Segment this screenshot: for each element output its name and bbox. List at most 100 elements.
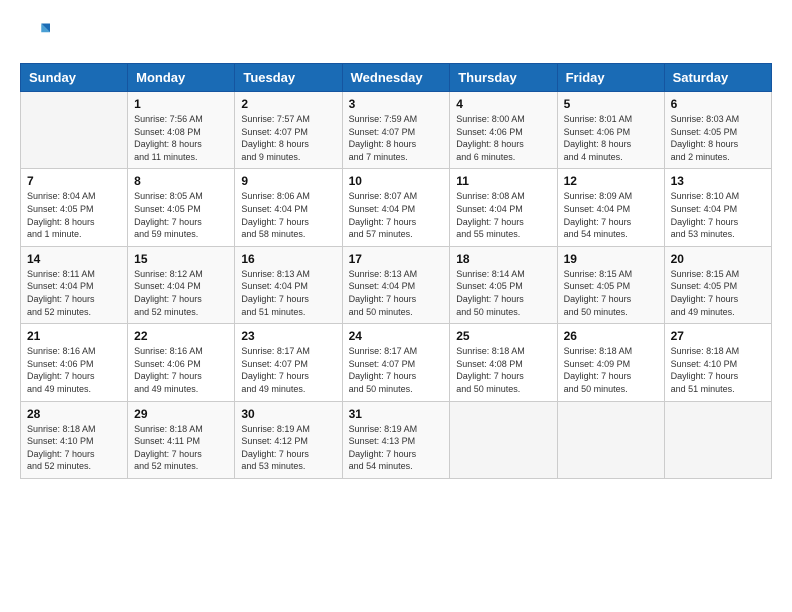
calendar-cell: 7 Sunrise: 8:04 AM Sunset: 4:05 PM Daylig…	[21, 169, 128, 246]
day-number: 26	[564, 329, 658, 343]
calendar-week-row: 7 Sunrise: 8:04 AM Sunset: 4:05 PM Daylig…	[21, 169, 772, 246]
day-number: 8	[134, 174, 228, 188]
calendar-cell: 11 Sunrise: 8:08 AM Sunset: 4:04 PM Dayli…	[450, 169, 557, 246]
day-info: Sunrise: 8:17 AM Sunset: 4:07 PM Dayligh…	[349, 345, 444, 395]
calendar-cell	[557, 401, 664, 478]
calendar-cell: 30Sunrise: 8:19 AM Sunset: 4:12 PM Dayli…	[235, 401, 342, 478]
day-info: Sunrise: 8:04 AM Sunset: 4:05 PM Dayligh…	[27, 190, 121, 240]
day-number: 10	[349, 174, 444, 188]
day-info: Sunrise: 8:05 AM Sunset: 4:05 PM Dayligh…	[134, 190, 228, 240]
weekday-header: Tuesday	[235, 64, 342, 92]
calendar-cell: 28 Sunrise: 8:18 AM Sunset: 4:10 PM Dayli…	[21, 401, 128, 478]
day-number: 29	[134, 407, 228, 421]
calendar-cell: 18Sunrise: 8:14 AM Sunset: 4:05 PM Dayli…	[450, 246, 557, 323]
calendar-cell: 10 Sunrise: 8:07 AM Sunset: 4:04 PM Dayli…	[342, 169, 450, 246]
calendar-cell: 5 Sunrise: 8:01 AM Sunset: 4:06 PM Daylig…	[557, 92, 664, 169]
calendar-cell: 9 Sunrise: 8:06 AM Sunset: 4:04 PM Daylig…	[235, 169, 342, 246]
calendar-cell: 17Sunrise: 8:13 AM Sunset: 4:04 PM Dayli…	[342, 246, 450, 323]
calendar-cell	[450, 401, 557, 478]
weekday-header: Thursday	[450, 64, 557, 92]
day-number: 22	[134, 329, 228, 343]
weekday-header: Monday	[128, 64, 235, 92]
calendar-cell: 4 Sunrise: 8:00 AM Sunset: 4:06 PM Daylig…	[450, 92, 557, 169]
day-number: 31	[349, 407, 444, 421]
calendar-cell: 8 Sunrise: 8:05 AM Sunset: 4:05 PM Daylig…	[128, 169, 235, 246]
calendar-week-row: 14 Sunrise: 8:11 AM Sunset: 4:04 PM Dayli…	[21, 246, 772, 323]
weekday-header: Saturday	[664, 64, 771, 92]
day-info: Sunrise: 7:56 AM Sunset: 4:08 PM Dayligh…	[134, 113, 228, 163]
day-info: Sunrise: 8:10 AM Sunset: 4:04 PM Dayligh…	[671, 190, 765, 240]
day-number: 28	[27, 407, 121, 421]
page-header	[20, 20, 772, 53]
day-info: Sunrise: 8:18 AM Sunset: 4:10 PM Dayligh…	[671, 345, 765, 395]
day-info: Sunrise: 8:06 AM Sunset: 4:04 PM Dayligh…	[241, 190, 335, 240]
calendar-cell: 21Sunrise: 8:16 AM Sunset: 4:06 PM Dayli…	[21, 324, 128, 401]
day-info: Sunrise: 8:12 AM Sunset: 4:04 PM Dayligh…	[134, 268, 228, 318]
calendar-cell: 31 Sunrise: 8:19 AM Sunset: 4:13 PM Dayli…	[342, 401, 450, 478]
day-number: 7	[27, 174, 121, 188]
calendar-week-row: 28 Sunrise: 8:18 AM Sunset: 4:10 PM Dayli…	[21, 401, 772, 478]
calendar-cell: 23 Sunrise: 8:17 AM Sunset: 4:07 PM Dayli…	[235, 324, 342, 401]
day-number: 11	[456, 174, 550, 188]
day-info: Sunrise: 7:59 AM Sunset: 4:07 PM Dayligh…	[349, 113, 444, 163]
calendar-cell: 6Sunrise: 8:03 AM Sunset: 4:05 PM Daylig…	[664, 92, 771, 169]
day-info: Sunrise: 8:14 AM Sunset: 4:05 PM Dayligh…	[456, 268, 550, 318]
day-info: Sunrise: 8:00 AM Sunset: 4:06 PM Dayligh…	[456, 113, 550, 163]
day-number: 19	[564, 252, 658, 266]
day-number: 1	[134, 97, 228, 111]
day-info: Sunrise: 7:57 AM Sunset: 4:07 PM Dayligh…	[241, 113, 335, 163]
day-info: Sunrise: 8:11 AM Sunset: 4:04 PM Dayligh…	[27, 268, 121, 318]
weekday-header-row: SundayMondayTuesdayWednesdayThursdayFrid…	[21, 64, 772, 92]
day-number: 4	[456, 97, 550, 111]
weekday-header: Wednesday	[342, 64, 450, 92]
calendar-week-row: 1 Sunrise: 7:56 AM Sunset: 4:08 PM Daylig…	[21, 92, 772, 169]
calendar-cell: 26 Sunrise: 8:18 AM Sunset: 4:09 PM Dayli…	[557, 324, 664, 401]
day-number: 12	[564, 174, 658, 188]
calendar-cell: 24Sunrise: 8:17 AM Sunset: 4:07 PM Dayli…	[342, 324, 450, 401]
day-info: Sunrise: 8:15 AM Sunset: 4:05 PM Dayligh…	[671, 268, 765, 318]
calendar-cell: 27 Sunrise: 8:18 AM Sunset: 4:10 PM Dayli…	[664, 324, 771, 401]
day-number: 27	[671, 329, 765, 343]
calendar-cell: 15 Sunrise: 8:12 AM Sunset: 4:04 PM Dayli…	[128, 246, 235, 323]
day-number: 5	[564, 97, 658, 111]
day-info: Sunrise: 8:08 AM Sunset: 4:04 PM Dayligh…	[456, 190, 550, 240]
day-info: Sunrise: 8:17 AM Sunset: 4:07 PM Dayligh…	[241, 345, 335, 395]
calendar-header: SundayMondayTuesdayWednesdayThursdayFrid…	[21, 64, 772, 92]
day-number: 25	[456, 329, 550, 343]
day-info: Sunrise: 8:18 AM Sunset: 4:08 PM Dayligh…	[456, 345, 550, 395]
day-number: 15	[134, 252, 228, 266]
day-number: 20	[671, 252, 765, 266]
day-number: 14	[27, 252, 121, 266]
calendar-body: 1 Sunrise: 7:56 AM Sunset: 4:08 PM Daylig…	[21, 92, 772, 479]
day-info: Sunrise: 8:18 AM Sunset: 4:10 PM Dayligh…	[27, 423, 121, 473]
day-number: 17	[349, 252, 444, 266]
weekday-header: Friday	[557, 64, 664, 92]
day-number: 23	[241, 329, 335, 343]
calendar-cell: 12 Sunrise: 8:09 AM Sunset: 4:04 PM Dayli…	[557, 169, 664, 246]
day-info: Sunrise: 8:07 AM Sunset: 4:04 PM Dayligh…	[349, 190, 444, 240]
day-info: Sunrise: 8:01 AM Sunset: 4:06 PM Dayligh…	[564, 113, 658, 163]
calendar-cell: 19 Sunrise: 8:15 AM Sunset: 4:05 PM Dayli…	[557, 246, 664, 323]
calendar-cell: 25 Sunrise: 8:18 AM Sunset: 4:08 PM Dayli…	[450, 324, 557, 401]
day-number: 9	[241, 174, 335, 188]
weekday-header: Sunday	[21, 64, 128, 92]
day-info: Sunrise: 8:16 AM Sunset: 4:06 PM Dayligh…	[27, 345, 121, 395]
calendar-cell: 1 Sunrise: 7:56 AM Sunset: 4:08 PM Daylig…	[128, 92, 235, 169]
day-info: Sunrise: 8:18 AM Sunset: 4:09 PM Dayligh…	[564, 345, 658, 395]
day-number: 6	[671, 97, 765, 111]
day-info: Sunrise: 8:09 AM Sunset: 4:04 PM Dayligh…	[564, 190, 658, 240]
calendar-cell: 2 Sunrise: 7:57 AM Sunset: 4:07 PM Daylig…	[235, 92, 342, 169]
day-number: 16	[241, 252, 335, 266]
logo-icon	[22, 20, 50, 48]
day-info: Sunrise: 8:19 AM Sunset: 4:13 PM Dayligh…	[349, 423, 444, 473]
day-number: 30	[241, 407, 335, 421]
day-info: Sunrise: 8:15 AM Sunset: 4:05 PM Dayligh…	[564, 268, 658, 318]
calendar-cell	[21, 92, 128, 169]
calendar-cell: 16Sunrise: 8:13 AM Sunset: 4:04 PM Dayli…	[235, 246, 342, 323]
day-number: 13	[671, 174, 765, 188]
day-number: 2	[241, 97, 335, 111]
day-number: 3	[349, 97, 444, 111]
calendar-cell: 20 Sunrise: 8:15 AM Sunset: 4:05 PM Dayli…	[664, 246, 771, 323]
calendar-cell: 3 Sunrise: 7:59 AM Sunset: 4:07 PM Daylig…	[342, 92, 450, 169]
calendar-cell: 13 Sunrise: 8:10 AM Sunset: 4:04 PM Dayli…	[664, 169, 771, 246]
